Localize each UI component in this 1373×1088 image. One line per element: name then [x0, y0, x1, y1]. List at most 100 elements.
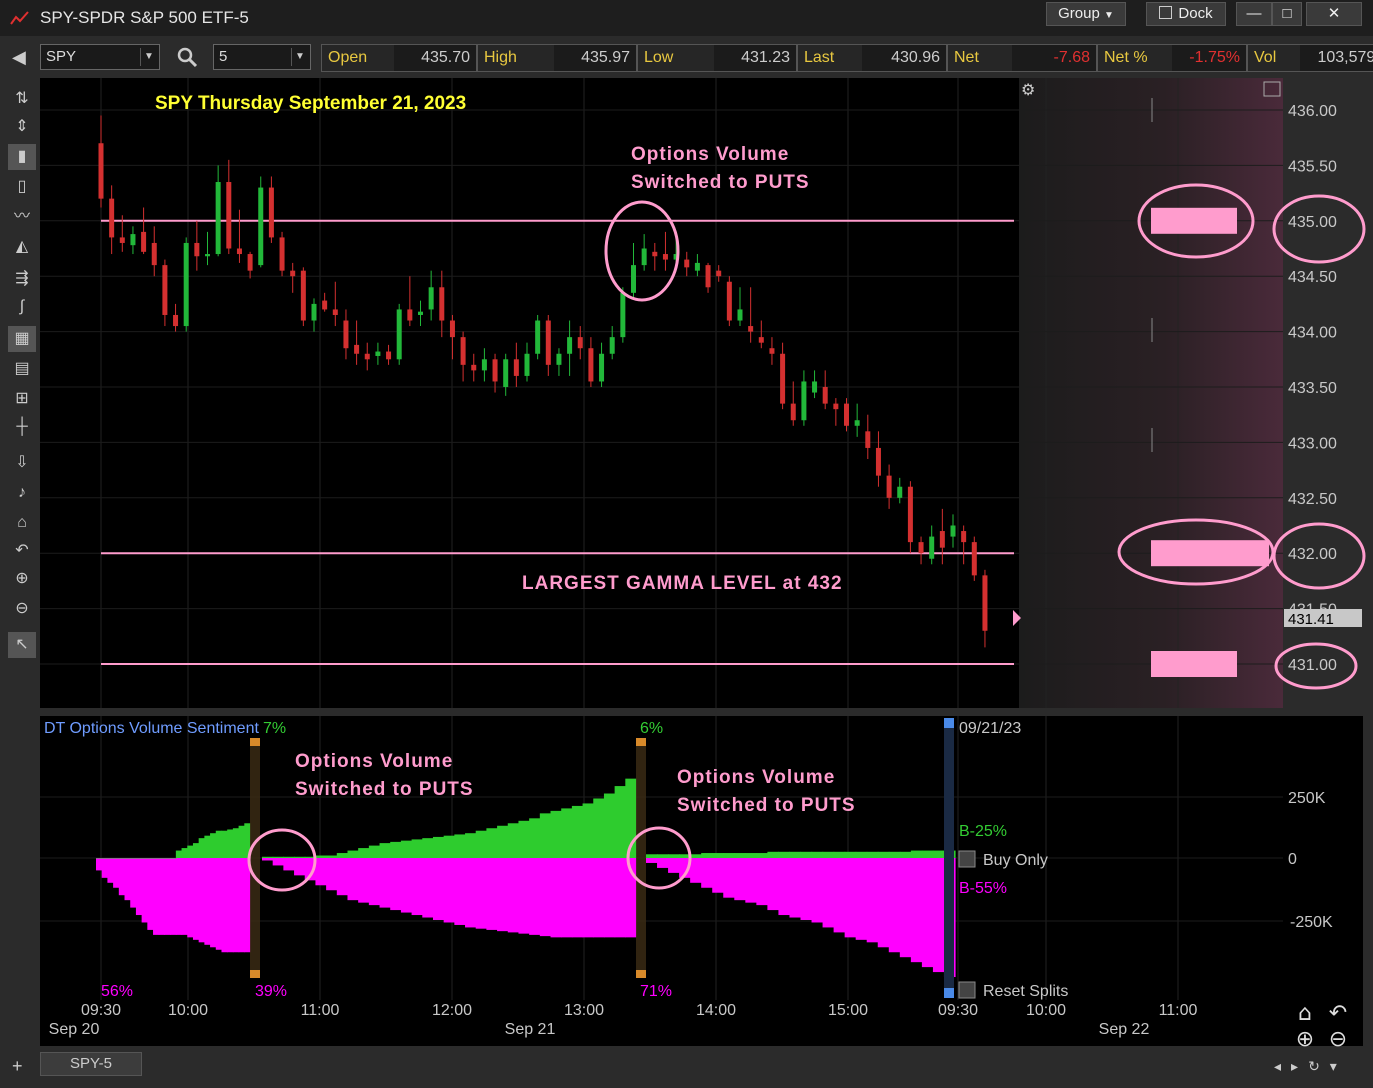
- candle-body: [588, 348, 594, 382]
- candle-body: [173, 314, 179, 327]
- chart-title: SPY Thursday September 21, 2023: [155, 93, 466, 114]
- puts-bar: [181, 858, 188, 935]
- calls-bar: [192, 843, 200, 858]
- candle-body: [684, 259, 690, 268]
- puts-bar: [614, 858, 626, 938]
- candle-body: [418, 311, 423, 315]
- zoom-in-icon[interactable]: ⊕: [1296, 1027, 1314, 1052]
- scroll-left-icon[interactable]: ◂: [1274, 1058, 1291, 1074]
- buy-pct-label: B-25%: [959, 823, 1007, 840]
- puts-bar: [141, 858, 148, 923]
- puts-bar: [198, 858, 205, 943]
- home-icon[interactable]: ⌂: [1298, 1001, 1312, 1026]
- candle-body: [875, 447, 881, 476]
- date-label: Sep 22: [1099, 1021, 1150, 1038]
- candle-body: [748, 326, 754, 332]
- puts-bar: [855, 858, 868, 940]
- current-bar-marker: [944, 718, 954, 998]
- candle-body: [364, 353, 370, 360]
- puts-bar: [921, 858, 934, 968]
- candle-body: [215, 182, 221, 255]
- add-tab-button[interactable]: +: [12, 1056, 23, 1077]
- calls-bar: [910, 850, 923, 858]
- puts-bar: [96, 858, 103, 871]
- candle-body: [109, 198, 115, 238]
- zoom-out-icon[interactable]: ⊖: [1329, 1027, 1347, 1052]
- calls-bar: [701, 853, 713, 858]
- puts-bar: [539, 858, 552, 937]
- puts-bar: [390, 858, 402, 911]
- y-tick-label: 435.50: [1288, 158, 1337, 175]
- date-label: Sep 20: [49, 1021, 100, 1038]
- puts-bar: [164, 858, 171, 935]
- candle-body: [492, 359, 498, 382]
- calls-bar: [561, 808, 573, 858]
- calls-bar: [712, 853, 724, 858]
- calls-bar: [690, 854, 702, 858]
- candle-body: [833, 403, 839, 410]
- annotation-switched-puts: Switched to PUTS: [677, 795, 856, 816]
- puts-bar: [811, 858, 824, 923]
- calls-bar: [101, 858, 109, 859]
- future-region: [1019, 78, 1283, 708]
- calls-bar: [422, 838, 434, 858]
- last-price-label: 431.41: [1288, 611, 1334, 628]
- calls-bar: [475, 830, 487, 858]
- calls-bar: [646, 854, 658, 858]
- candle-body: [279, 237, 285, 271]
- tab-spy-5[interactable]: SPY-5: [40, 1052, 142, 1076]
- puts-bar: [657, 858, 669, 868]
- puts-bar: [789, 858, 802, 918]
- calls-bar: [507, 823, 520, 858]
- calls-bar: [107, 858, 114, 859]
- chevron-down-icon[interactable]: ▾: [1330, 1058, 1347, 1074]
- calls-bar: [118, 858, 126, 859]
- scroll-right-icon[interactable]: ▸: [1291, 1058, 1308, 1074]
- y-tick-label: 431.00: [1288, 657, 1337, 674]
- candle-body: [194, 242, 200, 257]
- candle-body: [386, 351, 392, 360]
- buy-only-label: Buy Only: [983, 852, 1048, 869]
- puts-bar: [347, 858, 359, 901]
- refresh-icon[interactable]: ↻: [1308, 1058, 1330, 1074]
- y-tick-label: 250K: [1288, 790, 1326, 807]
- candle-body: [854, 420, 860, 426]
- gear-icon: [958, 850, 976, 868]
- y-tick-label: 434.50: [1288, 269, 1337, 286]
- candle-body: [812, 381, 818, 393]
- candle-body: [737, 309, 743, 321]
- candle-body: [652, 251, 658, 257]
- candle-body: [460, 337, 466, 365]
- candle-body: [801, 381, 807, 421]
- calls-bar: [368, 845, 381, 858]
- calls-bar: [932, 850, 945, 858]
- puts-bar: [465, 858, 477, 928]
- annotation-gamma-level: LARGEST GAMMA LEVEL at 432: [522, 573, 843, 594]
- calls-bar: [379, 843, 391, 858]
- puts-bar: [690, 858, 702, 883]
- calls-bar: [888, 851, 901, 858]
- puts-bar: [153, 858, 160, 935]
- pct-label: 39%: [255, 983, 287, 1000]
- puts-bar: [175, 858, 183, 935]
- puts-bar: [701, 858, 713, 888]
- calls-bar: [443, 835, 455, 858]
- calls-bar: [336, 853, 349, 858]
- puts-bar: [272, 858, 284, 866]
- puts-bar: [315, 858, 327, 886]
- candle-body: [503, 359, 509, 387]
- calls-bar: [921, 850, 934, 858]
- candle-body: [982, 575, 988, 631]
- y-tick-label: 434.00: [1288, 325, 1337, 342]
- y-tick-label: 432.50: [1288, 491, 1337, 508]
- calls-bar: [315, 855, 327, 858]
- calls-bar: [486, 828, 498, 858]
- candle-body: [567, 337, 573, 354]
- puts-bar: [368, 858, 381, 906]
- puts-bar: [497, 858, 509, 932]
- puts-bar: [910, 858, 923, 963]
- undo-icon[interactable]: ↶: [1329, 1001, 1347, 1026]
- candle-body: [471, 364, 477, 371]
- puts-bar: [262, 858, 274, 861]
- puts-bar: [443, 858, 455, 923]
